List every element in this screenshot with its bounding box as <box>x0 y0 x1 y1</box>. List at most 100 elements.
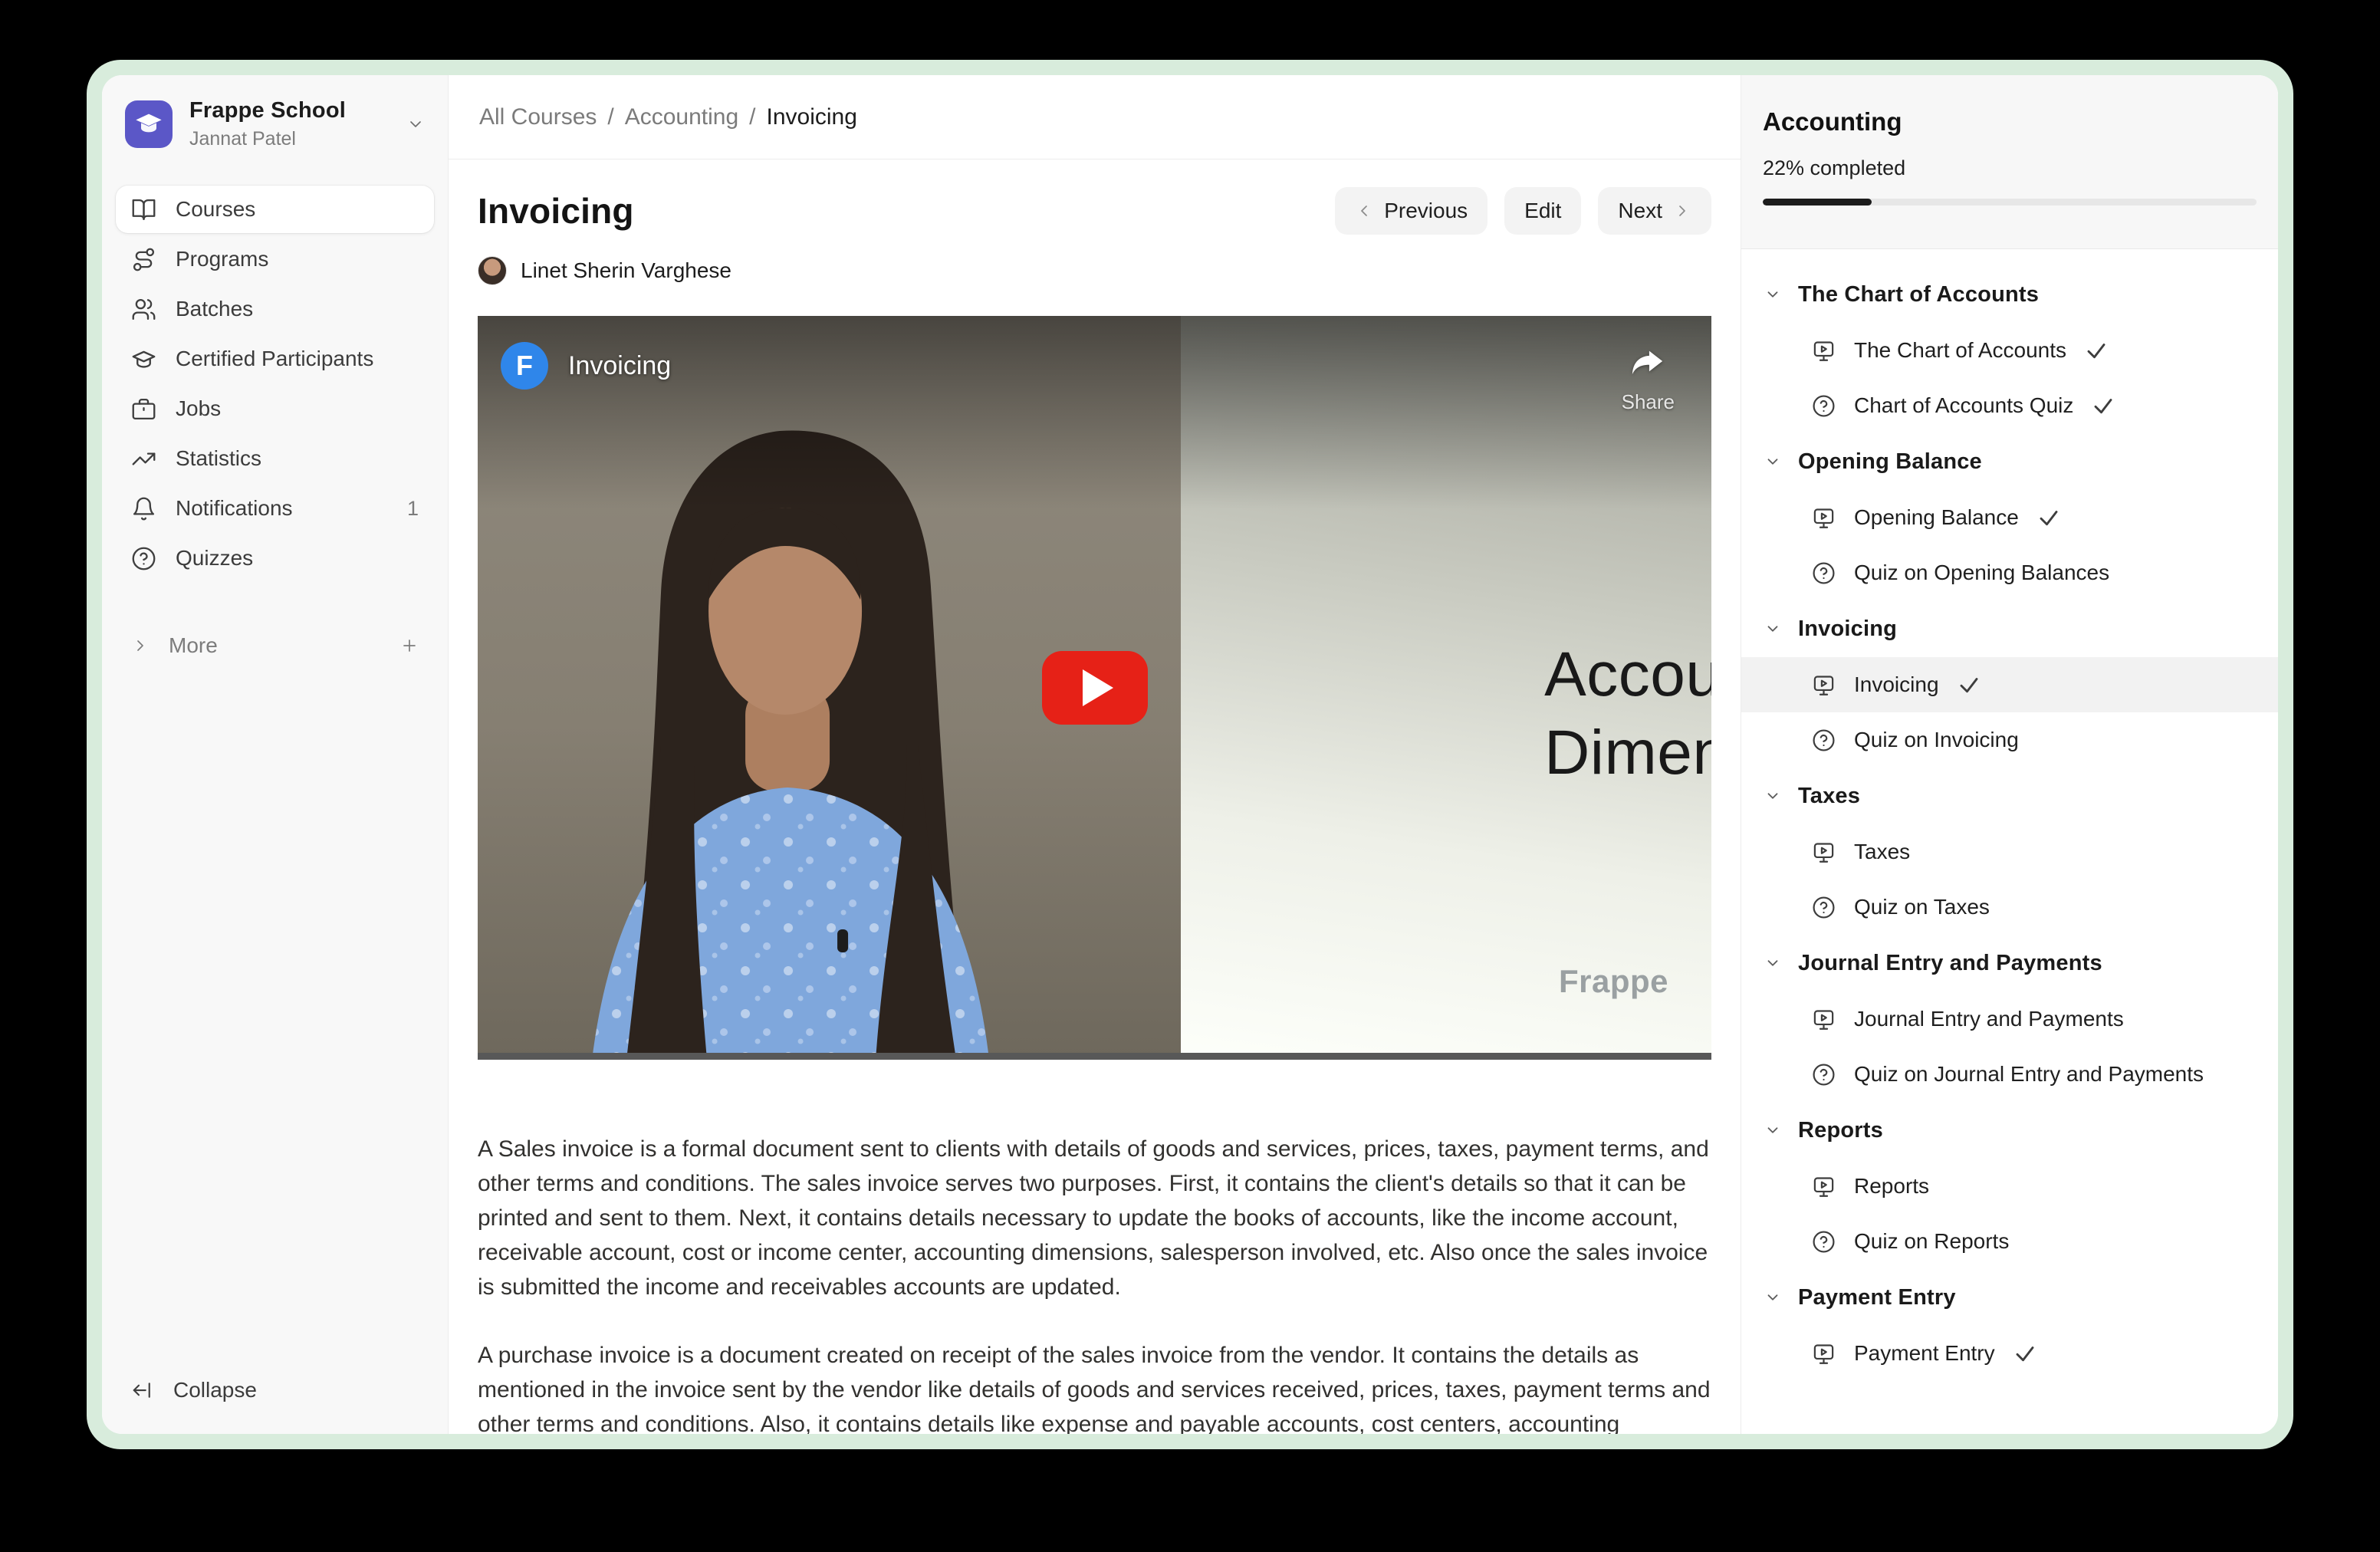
chevron-down-icon <box>1764 788 1781 804</box>
outline-lesson[interactable]: Quiz on Reports <box>1741 1214 2278 1269</box>
outline-lesson[interactable]: Quiz on Taxes <box>1741 880 2278 935</box>
sidebar-item-label: Programs <box>176 247 268 271</box>
page-title: Invoicing <box>478 190 634 232</box>
sidebar: Frappe School Jannat Patel Courses Progr… <box>102 75 449 1434</box>
monitor-play-icon <box>1812 339 1836 363</box>
progress-bar-fill <box>1763 199 1872 206</box>
briefcase-icon <box>131 396 156 422</box>
bell-icon <box>131 496 156 521</box>
help-circle-icon <box>1812 561 1836 585</box>
video-slide: Accounting Dimensions <box>1181 316 1711 1060</box>
play-icon <box>1083 669 1113 706</box>
more-label: More <box>169 633 218 658</box>
help-circle-icon <box>1812 394 1836 418</box>
lesson-content: Invoicing Previous Edit Next <box>449 159 1741 1434</box>
outline-lesson[interactable]: Reports <box>1741 1159 2278 1214</box>
workspace-switcher[interactable]: Frappe School Jannat Patel <box>116 95 434 153</box>
outline-lesson[interactable]: The Chart of Accounts <box>1741 323 2278 378</box>
frappe-watermark: Frappe <box>1559 963 1668 1000</box>
lesson-nav-buttons: Previous Edit Next <box>1335 187 1711 235</box>
monitor-play-icon <box>1812 1175 1836 1199</box>
next-button[interactable]: Next <box>1598 187 1711 235</box>
outline-lesson[interactable]: Payment Entry <box>1741 1326 2278 1381</box>
sidebar-item-jobs[interactable]: Jobs <box>116 385 434 432</box>
share-button[interactable]: Share <box>1622 344 1675 414</box>
sidebar-item-label: Jobs <box>176 396 221 421</box>
route-icon <box>131 247 156 272</box>
book-open-icon <box>131 197 156 222</box>
outline-lesson[interactable]: Quiz on Invoicing <box>1741 712 2278 768</box>
chapter-opening-balance[interactable]: Opening Balance <box>1741 433 2278 490</box>
plus-icon[interactable] <box>400 636 419 655</box>
course-title: Accounting <box>1763 107 2257 136</box>
chapter-journal-entry-and-payments[interactable]: Journal Entry and Payments <box>1741 935 2278 991</box>
course-outline-panel: Accounting 22% completed The Chart of Ac… <box>1741 75 2278 1434</box>
monitor-play-icon <box>1812 840 1836 864</box>
breadcrumb: All Courses / Accounting / Invoicing <box>449 75 1741 159</box>
monitor-play-icon <box>1812 673 1836 697</box>
outline-lesson[interactable]: Journal Entry and Payments <box>1741 991 2278 1047</box>
breadcrumb-current: Invoicing <box>767 104 857 130</box>
play-button[interactable] <box>1042 651 1148 725</box>
sidebar-item-notifications[interactable]: Notifications 1 <box>116 485 434 532</box>
sidebar-item-courses[interactable]: Courses <box>116 186 434 233</box>
collapse-label: Collapse <box>173 1378 257 1402</box>
share-icon <box>1630 344 1665 379</box>
chapter-the-chart-of-accounts[interactable]: The Chart of Accounts <box>1741 266 2278 323</box>
graduation-cap-icon <box>131 347 156 372</box>
outline-lesson[interactable]: Taxes <box>1741 824 2278 880</box>
chevron-left-icon <box>1355 202 1373 220</box>
sidebar-nav: Courses Programs Batches Certified Parti… <box>116 186 434 582</box>
check-icon <box>2013 1342 2036 1365</box>
channel-avatar[interactable]: F <box>501 342 548 390</box>
video-player[interactable]: Accounting Dimensions F Invoicing Share <box>478 316 1711 1060</box>
chapter-reports[interactable]: Reports <box>1741 1102 2278 1159</box>
sidebar-item-quizzes[interactable]: Quizzes <box>116 534 434 582</box>
outline-lesson-current[interactable]: Invoicing <box>1741 657 2278 712</box>
sidebar-more-toggle[interactable]: More <box>116 622 434 669</box>
help-circle-icon <box>1812 728 1836 752</box>
collapse-sidebar-icon <box>131 1379 154 1402</box>
help-circle-icon <box>1812 896 1836 919</box>
users-icon <box>131 297 156 322</box>
workspace-name: Frappe School <box>189 98 390 123</box>
progress-bar-track <box>1763 199 2257 206</box>
breadcrumb-separator: / <box>749 104 755 130</box>
sidebar-item-label: Certified Participants <box>176 347 373 371</box>
chapter-taxes[interactable]: Taxes <box>1741 768 2278 824</box>
previous-button[interactable]: Previous <box>1335 187 1488 235</box>
outline-lesson[interactable]: Quiz on Opening Balances <box>1741 545 2278 600</box>
sidebar-item-certified-participants[interactable]: Certified Participants <box>116 335 434 383</box>
author-avatar <box>478 256 507 285</box>
sidebar-item-programs[interactable]: Programs <box>116 235 434 283</box>
sidebar-item-statistics[interactable]: Statistics <box>116 435 434 482</box>
chevron-down-icon <box>1764 1289 1781 1306</box>
chapter-invoicing[interactable]: Invoicing <box>1741 600 2278 657</box>
workspace-user: Jannat Patel <box>189 128 390 150</box>
outline-lesson[interactable]: Opening Balance <box>1741 490 2278 545</box>
chevron-down-icon <box>1764 286 1781 303</box>
breadcrumb-all-courses[interactable]: All Courses <box>479 104 597 130</box>
help-circle-icon <box>1812 1230 1836 1254</box>
sidebar-collapse-button[interactable]: Collapse <box>116 1366 434 1414</box>
app-window-frame: Frappe School Jannat Patel Courses Progr… <box>87 60 2293 1449</box>
video-progress-bar[interactable] <box>478 1053 1711 1060</box>
outline-lesson[interactable]: Quiz on Journal Entry and Payments <box>1741 1047 2278 1102</box>
video-title-row: F Invoicing <box>501 342 671 390</box>
course-outline: The Chart of Accounts The Chart of Accou… <box>1741 249 2278 1434</box>
outline-lesson[interactable]: Chart of Accounts Quiz <box>1741 378 2278 433</box>
chevron-down-icon <box>1764 453 1781 470</box>
chevron-right-icon <box>131 636 150 655</box>
check-icon <box>2092 394 2115 417</box>
video-title[interactable]: Invoicing <box>568 351 671 381</box>
check-icon <box>2085 339 2108 362</box>
edit-button[interactable]: Edit <box>1504 187 1581 235</box>
breadcrumb-separator: / <box>607 104 613 130</box>
sidebar-item-batches[interactable]: Batches <box>116 285 434 333</box>
chapter-payment-entry[interactable]: Payment Entry <box>1741 1269 2278 1326</box>
chevron-down-icon <box>1764 955 1781 972</box>
breadcrumb-course[interactable]: Accounting <box>625 104 738 130</box>
sidebar-item-label: Quizzes <box>176 546 253 570</box>
main-content: All Courses / Accounting / Invoicing Inv… <box>449 75 1741 1434</box>
notification-count-badge: 1 <box>407 497 419 521</box>
